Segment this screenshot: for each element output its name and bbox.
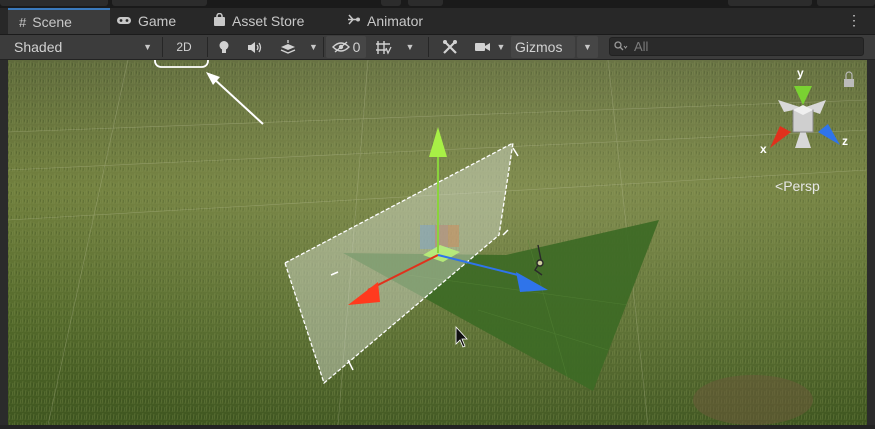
gizmos-button[interactable]: Gizmos xyxy=(511,36,575,58)
tab-animator[interactable]: Animator xyxy=(347,8,423,34)
chevron-left-icon: < xyxy=(775,178,784,194)
tab-scene[interactable]: # Scene xyxy=(8,8,110,34)
gamepad-icon xyxy=(116,14,132,29)
gizmo-y-label: y xyxy=(797,66,804,80)
lightbulb-icon xyxy=(219,40,229,53)
speaker-icon xyxy=(248,41,262,53)
tab-label: Animator xyxy=(367,13,424,29)
scene-viewport[interactable]: y x z xyxy=(8,60,867,425)
bottom-edge xyxy=(0,425,875,429)
tab-game[interactable]: Game xyxy=(116,8,176,34)
gizmos-label: Gizmos xyxy=(515,39,563,55)
scene-search-field[interactable]: All xyxy=(609,37,864,56)
dropdown-arrow-icon: ▼ xyxy=(405,42,415,52)
animator-icon xyxy=(347,13,361,29)
projection-toggle[interactable]: <Persp xyxy=(775,178,820,194)
search-placeholder: All xyxy=(634,39,649,54)
effects-dropdown-button[interactable]: ▼ xyxy=(305,36,322,58)
camera-settings-button[interactable] xyxy=(470,36,494,58)
effects-toggle-button[interactable] xyxy=(273,36,303,58)
dropdown-arrow-icon: ▼ xyxy=(583,42,592,52)
toggle-2d-button[interactable]: 2D xyxy=(166,36,202,58)
gizmo-z-label: z xyxy=(842,134,848,148)
grid-toggle-button[interactable] xyxy=(369,36,397,58)
grid-icon: # xyxy=(19,14,27,30)
draw-mode-value: Shaded xyxy=(14,39,63,55)
top-strip xyxy=(0,0,875,8)
lighting-toggle-button[interactable] xyxy=(211,36,237,58)
right-panel-edge xyxy=(867,60,875,429)
camera-dropdown-button[interactable]: ▼ xyxy=(494,36,508,58)
left-panel-edge xyxy=(0,60,8,429)
tab-bar: # Scene Game Asset Store Animator ⋮ xyxy=(0,8,875,35)
scene-toolbar: Shaded ▼ 2D ▼ 0 ▼ ▼ Gizmos ▼ All xyxy=(0,35,875,60)
grid-snap-icon xyxy=(375,40,392,55)
tools-icon xyxy=(443,40,457,54)
tab-label: Scene xyxy=(32,14,72,30)
scene-visibility-button[interactable]: 0 xyxy=(326,36,366,58)
eye-hidden-icon xyxy=(331,41,350,53)
more-options-icon[interactable]: ⋮ xyxy=(847,12,861,29)
audio-toggle-button[interactable] xyxy=(242,36,268,58)
grid-dropdown-button[interactable]: ▼ xyxy=(400,36,420,58)
dropdown-arrow-icon: ▼ xyxy=(143,42,152,52)
tab-asset-store[interactable]: Asset Store xyxy=(213,8,304,34)
scene-render xyxy=(8,60,867,425)
toggle-2d-label: 2D xyxy=(176,40,192,54)
draw-mode-dropdown[interactable]: Shaded ▼ xyxy=(6,36,158,58)
hidden-count: 0 xyxy=(352,39,361,55)
projection-label: Persp xyxy=(783,178,820,194)
gizmos-dropdown-button[interactable]: ▼ xyxy=(577,36,598,58)
camera-icon xyxy=(474,43,490,51)
gizmo-x-label: x xyxy=(760,142,767,156)
dropdown-arrow-icon: ▼ xyxy=(309,42,318,52)
dropdown-arrow-icon: ▼ xyxy=(496,42,506,52)
tools-button[interactable] xyxy=(438,36,462,58)
layers-effects-icon xyxy=(280,40,296,54)
shopping-bag-icon xyxy=(213,12,226,30)
tab-label: Game xyxy=(138,13,177,29)
tab-label: Asset Store xyxy=(232,13,305,29)
search-icon xyxy=(614,41,628,51)
